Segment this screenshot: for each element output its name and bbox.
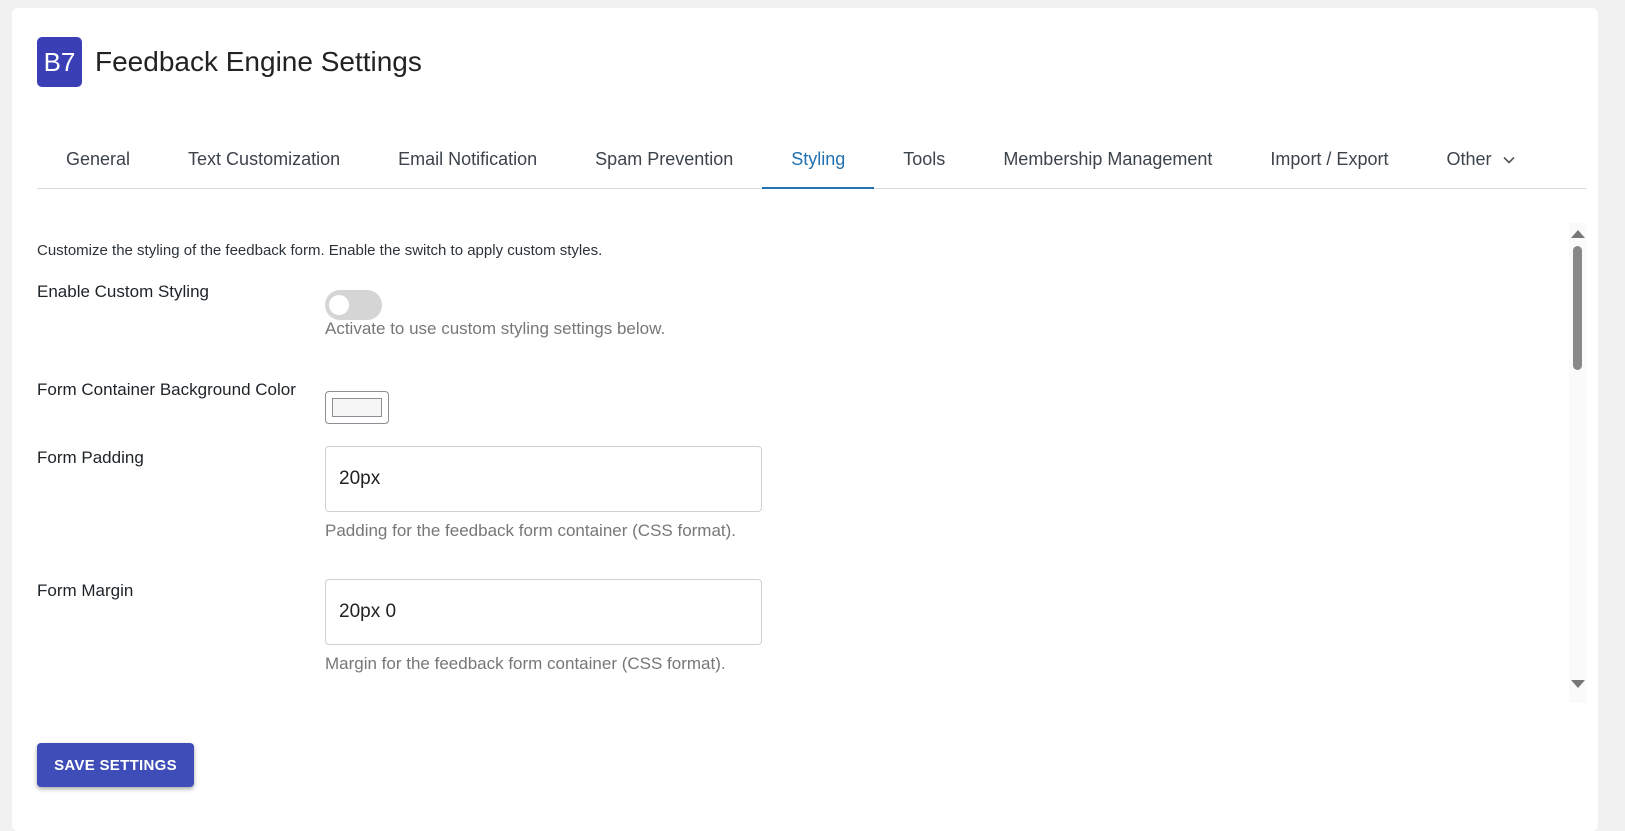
enable-custom-styling-label: Enable Custom Styling	[37, 282, 209, 301]
tab-label: Text Customization	[188, 149, 341, 169]
bg-color-label: Form Container Background Color	[37, 380, 296, 399]
form-padding-label: Form Padding	[37, 448, 144, 467]
color-swatch	[332, 398, 382, 417]
app-logo: B7	[37, 37, 82, 87]
tab-label: Membership Management	[1003, 149, 1213, 169]
scroll-up-arrow-icon[interactable]	[1571, 230, 1585, 238]
tab-import-export[interactable]: Import / Export	[1241, 131, 1417, 188]
page-title: Feedback Engine Settings	[95, 46, 422, 77]
tab-text-customization[interactable]: Text Customization	[159, 131, 369, 188]
panel-intro: Customize the styling of the feedback fo…	[37, 242, 603, 259]
tab-label: Spam Prevention	[595, 149, 734, 169]
tab-email-notification[interactable]: Email Notification	[369, 131, 566, 188]
form-padding-description: Padding for the feedback form container …	[325, 521, 737, 540]
enable-custom-styling-toggle[interactable]	[325, 290, 382, 320]
tab-other[interactable]: Other	[1417, 131, 1544, 188]
toggle-knob	[329, 295, 349, 315]
tab-tools[interactable]: Tools	[874, 131, 974, 188]
tab-label: General	[66, 149, 131, 169]
tab-label: Email Notification	[398, 149, 538, 169]
tab-membership-management[interactable]: Membership Management	[974, 131, 1241, 188]
tab-label: Styling	[791, 149, 846, 169]
tab-general[interactable]: General	[37, 131, 159, 188]
form-margin-label: Form Margin	[37, 581, 134, 600]
bg-color-picker[interactable]	[325, 391, 389, 424]
panel-scrollbar[interactable]	[1569, 223, 1586, 703]
form-margin-description: Margin for the feedback form container (…	[325, 654, 726, 673]
tab-label: Other	[1446, 149, 1492, 169]
save-settings-button[interactable]: SAVE SETTINGS	[37, 743, 194, 787]
page-header: B7 Feedback Engine Settings	[37, 37, 422, 87]
scroll-down-arrow-icon[interactable]	[1571, 680, 1585, 688]
settings-tabs: General Text Customization Email Notific…	[37, 131, 1586, 189]
settings-card: B7 Feedback Engine Settings General Text…	[12, 8, 1598, 831]
styling-panel: Customize the styling of the feedback fo…	[37, 223, 1586, 703]
form-padding-input[interactable]: 20px	[325, 446, 762, 512]
enable-custom-styling-description: Activate to use custom styling settings …	[325, 319, 666, 338]
tab-styling[interactable]: Styling	[762, 131, 875, 189]
form-margin-input[interactable]: 20px 0	[325, 579, 762, 645]
tab-spam-prevention[interactable]: Spam Prevention	[566, 131, 762, 188]
scrollbar-thumb[interactable]	[1573, 246, 1582, 370]
tab-label: Tools	[903, 149, 946, 169]
chevron-down-icon	[1502, 156, 1515, 164]
tab-label: Import / Export	[1270, 149, 1389, 169]
